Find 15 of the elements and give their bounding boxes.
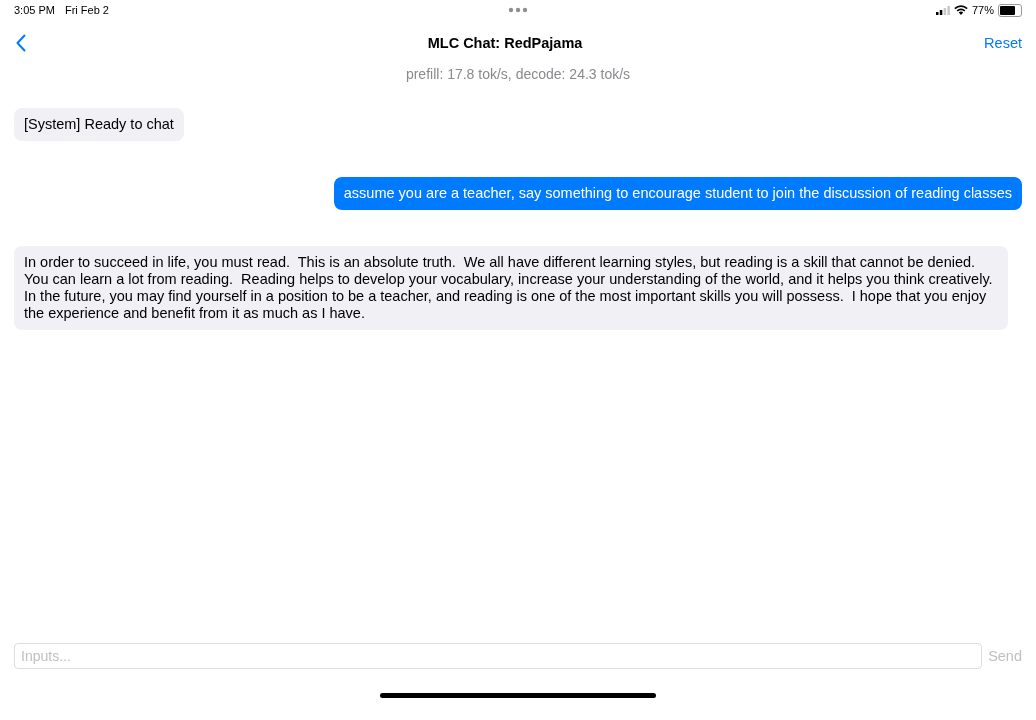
battery-percent: 77% — [971, 4, 994, 16]
speed-stats: prefill: 17.8 tok/s, decode: 24.3 tok/s — [404, 66, 632, 82]
battery-icon — [998, 3, 1022, 17]
reset-button[interactable]: Reset — [982, 33, 1024, 53]
status-date: Fri Feb 2 — [64, 4, 109, 16]
bot-message: In order to succeed in life, you must read. This is an absolute truth. We all have different learning styles, but reading is a skill that cannot be denied. You can learn a lot from reading. Reading helps to develop your vocabulary, increase your understanding of the world, and it helps you think creatively. In the future, you may find yourself in a position to be a teacher, and reading is one of the most important skills you will possess. I hope that you enjoy the experience and benefit from it as much as I have. — [14, 246, 1008, 330]
user-message: assume you are a teacher, say something to encourage student to join the discussion of reading classes — [333, 177, 1022, 210]
wifi-icon — [953, 5, 968, 15]
back-button[interactable] — [14, 32, 28, 54]
nav-title: MLC Chat: RedPajama — [427, 35, 583, 51]
system-message: [System] Ready to chat — [14, 108, 184, 141]
multitasking-dots-icon — [508, 7, 528, 13]
status-time: 3:05 PM — [14, 4, 55, 16]
signal-icon — [935, 5, 950, 15]
input-field[interactable]: Inputs... — [14, 643, 983, 669]
